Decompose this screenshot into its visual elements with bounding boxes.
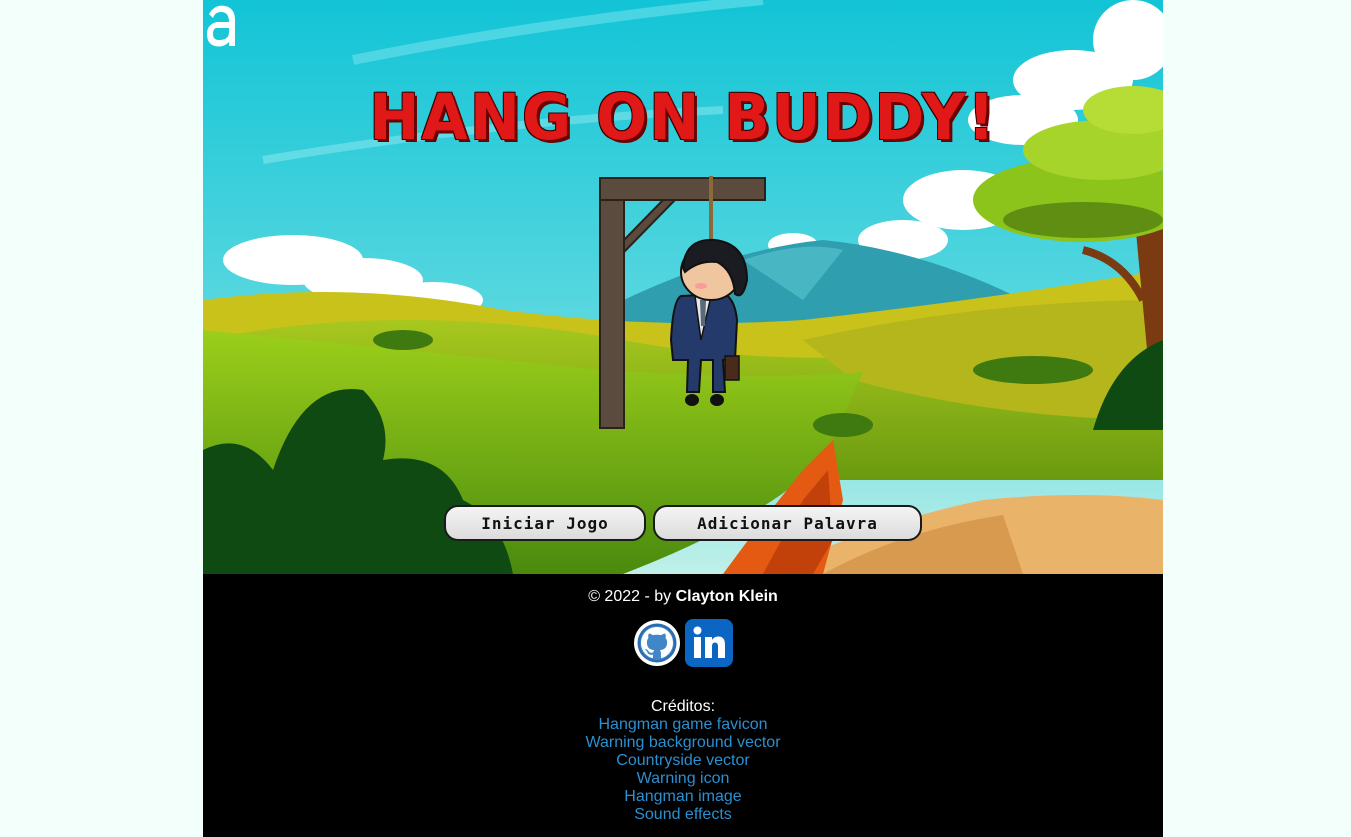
game-scene: HANG ON BUDDY! Iniciar Jogo Adicionar Pa… <box>203 0 1163 574</box>
add-word-button[interactable]: Adicionar Palavra <box>653 505 922 541</box>
credits-list: Hangman game favicon Warning background … <box>203 716 1163 824</box>
alura-logo-icon <box>207 5 235 47</box>
credit-link[interactable]: Sound effects <box>203 806 1163 824</box>
credit-link[interactable]: Warning background vector <box>203 734 1163 752</box>
copyright: © 2022 - by Clayton Klein <box>203 588 1163 606</box>
linkedin-link[interactable] <box>685 619 733 667</box>
linkedin-icon <box>685 619 733 667</box>
credit-link[interactable]: Warning icon <box>203 770 1163 788</box>
credit-link[interactable]: Hangman game favicon <box>203 716 1163 734</box>
credit-link[interactable]: Hangman image <box>203 788 1163 806</box>
app-container: HANG ON BUDDY! Iniciar Jogo Adicionar Pa… <box>203 0 1163 837</box>
credit-link[interactable]: Countryside vector <box>203 752 1163 770</box>
game-title: HANG ON BUDDY! <box>369 81 997 155</box>
github-icon <box>634 620 680 666</box>
footer: © 2022 - by Clayton Klein Créditos: Hang… <box>203 574 1163 837</box>
action-buttons: Iniciar Jogo Adicionar Palavra <box>444 505 922 541</box>
social-links <box>633 619 733 667</box>
credits-title: Créditos: <box>650 698 716 715</box>
start-game-button[interactable]: Iniciar Jogo <box>444 505 646 541</box>
author-name: Clayton Klein <box>675 588 778 605</box>
github-link[interactable] <box>633 619 681 667</box>
copyright-prefix: © 2022 - by <box>588 588 676 605</box>
